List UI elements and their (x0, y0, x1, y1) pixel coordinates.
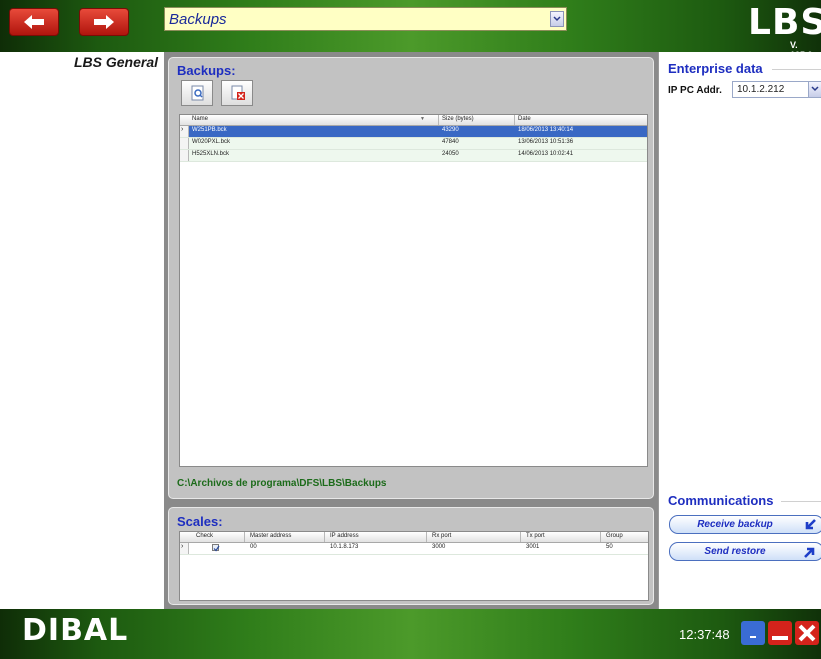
communications-title: Communications (668, 493, 774, 508)
sort-icon: ▼ (420, 116, 425, 122)
column-header-size[interactable]: Size (bytes) (442, 116, 474, 122)
column-header-ip-address[interactable]: IP address (330, 533, 359, 539)
scales-table[interactable]: Check Master address IP address Rx port … (179, 531, 649, 601)
lbs-logo: LBS (748, 2, 821, 43)
row-pointer-icon: › (181, 543, 184, 550)
cell-date: 14/06/2013 10:02:41 (518, 151, 574, 157)
receive-backup-button[interactable]: Receive backup (669, 515, 821, 534)
scales-title: Scales: (177, 514, 223, 529)
top-bar: Backups LBS V. 105.0 (0, 0, 821, 60)
arrow-right-icon (94, 15, 114, 29)
minimize-button[interactable] (768, 621, 792, 645)
ip-pc-addr-value: 10.1.2.212 (737, 84, 785, 95)
scale-check-checkbox[interactable] (212, 544, 220, 552)
dibal-logo: DIBAL (22, 613, 129, 648)
column-header-date[interactable]: Date (518, 116, 531, 122)
cell-name: W251PB.bck (192, 127, 227, 133)
row-pointer-icon: › (181, 126, 184, 133)
minimize-icon (768, 621, 792, 645)
cell-size: 47840 (442, 139, 459, 145)
arrow-up-right-icon (804, 547, 815, 558)
backups-table-header: Name ▼ Size (bytes) Date (180, 115, 647, 126)
chevron-down-icon[interactable] (808, 82, 821, 97)
cell-ip-address: 10.1.8.173 (330, 544, 359, 550)
cell-rx-port: 3000 (432, 544, 446, 550)
ip-pc-addr-label: IP PC Addr. (668, 85, 722, 96)
column-header-check[interactable]: Check (196, 533, 213, 539)
keyboard-icon (741, 621, 765, 645)
right-panel: Enterprise data IP PC Addr. 10.1.2.212 C… (658, 52, 821, 609)
table-row[interactable]: › 00 10.1.8.173 3000 3001 50 (180, 543, 648, 555)
checkmark-icon (213, 545, 220, 552)
cell-master-address: 00 (250, 544, 257, 550)
section-dropdown[interactable]: Backups (164, 7, 567, 31)
forward-button[interactable] (79, 8, 129, 36)
left-panel: LBS General (0, 52, 164, 609)
scales-table-header: Check Master address IP address Rx port … (180, 532, 648, 543)
cell-date: 13/06/2013 10:51:36 (518, 139, 574, 145)
column-header-master-address[interactable]: Master address (250, 533, 291, 539)
backup-path-label: C:\Archivos de programa\DFS\LBS\Backups (177, 478, 387, 489)
ip-pc-addr-select[interactable]: 10.1.2.212 (732, 81, 821, 98)
table-row[interactable]: › W251PB.bck 43290 18/06/2013 13:40:14 (180, 126, 647, 138)
close-icon (795, 621, 819, 645)
cell-tx-port: 3001 (526, 544, 540, 550)
column-header-rx-port[interactable]: Rx port (432, 533, 451, 539)
cell-size: 43290 (442, 127, 459, 133)
cell-size: 24050 (442, 151, 459, 157)
delete-file-icon (231, 85, 245, 100)
section-dropdown-value: Backups (169, 11, 227, 28)
table-row[interactable]: W020PXL.bck 47840 13/06/2013 10:51:36 (180, 138, 647, 150)
receive-backup-label: Receive backup (697, 519, 773, 530)
backups-group: Backups: Name ▼ Size (bytes) Date › W251… (168, 57, 654, 499)
delete-backup-button[interactable] (221, 80, 253, 106)
back-button[interactable] (9, 8, 59, 36)
arrow-left-icon (24, 15, 44, 29)
send-restore-button[interactable]: Send restore (669, 542, 821, 561)
column-header-name[interactable]: Name (192, 116, 208, 122)
scales-group: Scales: Check Master address IP address … (168, 507, 654, 605)
column-header-tx-port[interactable]: Tx port (526, 533, 545, 539)
table-row[interactable]: H525XLN.bck 24050 14/06/2013 10:02:41 (180, 150, 647, 162)
column-header-group[interactable]: Group (606, 533, 623, 539)
enterprise-data-title: Enterprise data (668, 61, 763, 76)
left-panel-title: LBS General (73, 54, 158, 70)
clock: 12:37:48 (679, 627, 730, 642)
backups-table[interactable]: Name ▼ Size (bytes) Date › W251PB.bck 43… (179, 114, 648, 467)
backups-title: Backups: (177, 63, 236, 78)
bottom-bar: DIBAL 12:37:48 (0, 609, 821, 659)
close-button[interactable] (795, 621, 819, 645)
main-content: Backups: Name ▼ Size (bytes) Date › W251… (164, 52, 658, 609)
arrow-down-left-icon (805, 519, 816, 530)
view-backup-button[interactable] (181, 80, 213, 106)
cell-group: 50 (606, 544, 613, 550)
chevron-down-icon[interactable] (550, 11, 564, 27)
cell-name: W020PXL.bck (192, 139, 231, 145)
cell-name: H525XLN.bck (192, 151, 230, 157)
preview-icon (191, 85, 204, 101)
keyboard-button[interactable] (741, 621, 765, 645)
send-restore-label: Send restore (704, 546, 766, 557)
cell-date: 18/06/2013 13:40:14 (518, 127, 574, 133)
